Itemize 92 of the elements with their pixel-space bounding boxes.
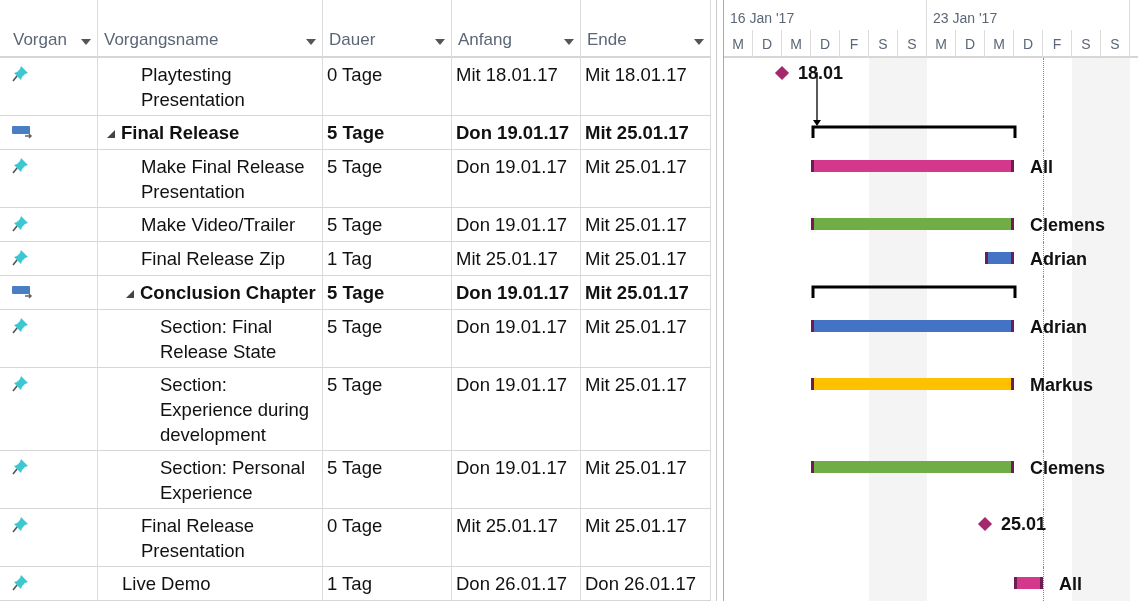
day-label: F (1043, 30, 1072, 58)
task-name: Final Release Presentation (141, 514, 256, 563)
day-label: M (985, 30, 1014, 58)
dropdown-caret-icon[interactable] (81, 39, 91, 45)
pin-icon (12, 214, 30, 232)
week-label: 23 Jan '17 (932, 9, 999, 28)
task-name: Section: Personal Experience (160, 456, 306, 505)
resource-label: Clemens (1030, 458, 1106, 478)
pin-icon (12, 374, 30, 392)
dropdown-caret-icon[interactable] (694, 39, 704, 45)
duration-cell: 1 Tag (327, 248, 372, 269)
resource-label: Adrian (1030, 317, 1087, 337)
duration-cell: 5 Tage (327, 282, 385, 303)
start-date-cell: Don 19.01.17 (456, 214, 568, 235)
day-label: D (811, 30, 840, 58)
end-date-cell: Mit 25.01.17 (585, 374, 687, 395)
resource-label: Markus (1030, 375, 1094, 395)
start-date-cell: Mit 18.01.17 (456, 64, 558, 85)
column-header: Vorgangsname (104, 30, 219, 50)
pin-icon (12, 573, 30, 591)
column-header: Dauer (329, 30, 376, 50)
column-header: Anfang (458, 30, 512, 50)
task-name: Section: Experience during development (160, 373, 311, 447)
start-date-cell: Don 19.01.17 (456, 316, 568, 337)
collapse-triangle-icon[interactable] (107, 130, 115, 138)
task-name: Live Demo (122, 572, 211, 596)
week-label: 16 Jan '17 (729, 9, 796, 28)
collapse-triangle-icon[interactable] (126, 290, 134, 298)
day-label: S (1101, 30, 1130, 58)
day-label: S (1072, 30, 1101, 58)
day-label: S (898, 30, 927, 58)
task-name: Make Final Release Presentation (141, 155, 306, 204)
duration-cell: 5 Tage (327, 214, 383, 235)
start-date-cell: Don 19.01.17 (456, 457, 568, 478)
end-date-cell: Mit 25.01.17 (585, 282, 689, 303)
pin-icon (12, 316, 30, 334)
pin-icon (12, 248, 30, 266)
duration-cell: 5 Tage (327, 316, 383, 337)
day-label: M (724, 30, 753, 58)
pin-icon (12, 156, 30, 174)
pin-icon (12, 515, 30, 533)
resource-label: Adrian (1030, 249, 1087, 269)
start-date-cell: Mit 25.01.17 (456, 248, 558, 269)
end-date-cell: Mit 25.01.17 (585, 214, 687, 235)
task-name: Conclusion Chapter (140, 281, 316, 305)
duration-cell: 5 Tage (327, 122, 385, 143)
start-date-cell: Don 26.01.17 (456, 573, 568, 594)
resource-label: Clemens (1030, 215, 1106, 235)
end-date-cell: Mit 25.01.17 (585, 122, 689, 143)
end-date-cell: Mit 25.01.17 (585, 515, 687, 536)
start-date-cell: Don 19.01.17 (456, 122, 570, 143)
task-name: Playtesting Presentation (141, 63, 246, 112)
summary-task-icon (12, 286, 34, 300)
dropdown-caret-icon[interactable] (306, 39, 316, 45)
start-date-cell: Don 19.01.17 (456, 156, 568, 177)
day-label: D (753, 30, 782, 58)
day-label: S (869, 30, 898, 58)
duration-cell: 5 Tage (327, 374, 383, 395)
task-name: Section: Final Release State (160, 315, 278, 364)
day-label: D (1014, 30, 1043, 58)
end-date-cell: Mit 18.01.17 (585, 64, 687, 85)
dropdown-caret-icon[interactable] (435, 39, 445, 45)
column-header: Vorgan (13, 30, 67, 50)
day-label: M (782, 30, 811, 58)
day-label: M (927, 30, 956, 58)
duration-cell: 5 Tage (327, 457, 383, 478)
end-date-cell: Don 26.01.17 (585, 573, 697, 594)
task-name: Final Release (121, 121, 240, 145)
task-name: Final Release Zip (141, 247, 285, 271)
task-name: Make Video/Trailer (141, 213, 296, 237)
end-date-cell: Mit 25.01.17 (585, 248, 687, 269)
duration-cell: 0 Tage (327, 515, 383, 536)
end-date-cell: Mit 25.01.17 (585, 316, 687, 337)
resource-label: All (1030, 157, 1053, 177)
milestone-label: 25.01 (1001, 514, 1047, 534)
start-date-cell: Don 19.01.17 (456, 374, 568, 395)
milestone-label: 18.01 (798, 63, 844, 83)
duration-cell: 0 Tage (327, 64, 383, 85)
end-date-cell: Mit 25.01.17 (585, 156, 687, 177)
start-date-cell: Mit 25.01.17 (456, 515, 558, 536)
start-date-cell: Don 19.01.17 (456, 282, 570, 303)
dropdown-caret-icon[interactable] (564, 39, 574, 45)
pin-icon (12, 64, 30, 82)
column-header: Ende (587, 30, 627, 50)
duration-cell: 1 Tag (327, 573, 372, 594)
pin-icon (12, 457, 30, 475)
day-label: F (840, 30, 869, 58)
duration-cell: 5 Tage (327, 156, 383, 177)
end-date-cell: Mit 25.01.17 (585, 457, 687, 478)
summary-task-icon (12, 126, 34, 140)
day-label: D (956, 30, 985, 58)
resource-label: All (1059, 574, 1082, 594)
